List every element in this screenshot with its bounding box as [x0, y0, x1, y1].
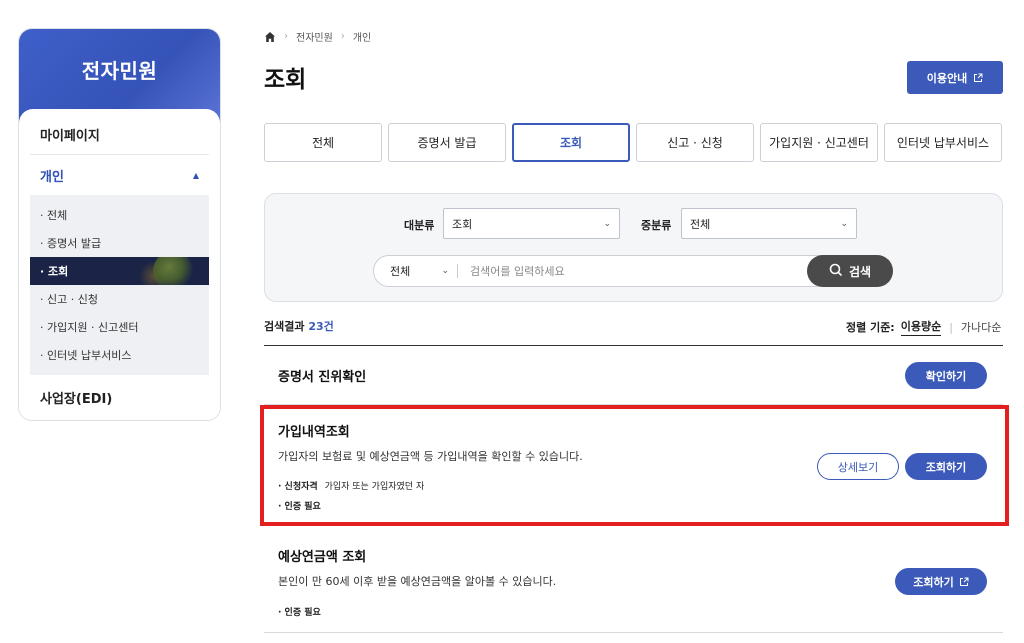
tab-inquiry[interactable]: 조회 — [512, 123, 630, 162]
guide-button[interactable]: 이용안내 — [907, 61, 1003, 94]
decoration — [153, 257, 193, 285]
guide-button-label: 이용안내 — [926, 71, 968, 85]
sidebar-item-business[interactable]: 사업장(EDI) — [30, 377, 209, 417]
tab-certificate[interactable]: 증명서 발급 — [388, 123, 506, 162]
sidebar-item-personal[interactable]: 개인 ▲ — [30, 155, 209, 195]
tab-all[interactable]: 전체 — [264, 123, 382, 162]
result-count: 검색결과 23건 — [264, 318, 334, 334]
result-count-prefix: 검색결과 — [264, 320, 305, 333]
external-link-icon — [973, 73, 983, 83]
search-type-select[interactable]: 전체 ⌄ — [374, 264, 458, 278]
page-title: 조회 — [264, 67, 307, 93]
home-icon[interactable] — [264, 31, 276, 43]
sidebar-item-label: 사업장(EDI) — [40, 391, 113, 407]
search-icon — [829, 263, 843, 280]
sidebar: 전자민원 마이페이지 개인 ▲ · 전체 · 증명서 발급 · 조회 · 신고 … — [18, 28, 221, 421]
breadcrumb-item[interactable]: 전자민원 — [296, 29, 333, 44]
search-panel: 대분류 조회 ⌄ 중분류 전체 ⌄ 전체 ⌄ 검색 — [264, 193, 1003, 302]
chevron-right-icon: › — [340, 31, 345, 42]
sort-options: 정렬 기준: 이용량순 | 가나다순 — [846, 318, 1001, 336]
tab-support[interactable]: 가입지원 · 신고센터 — [760, 123, 878, 162]
item-title: 예상연금액 조회 — [278, 550, 367, 565]
sidebar-subitem-certificate[interactable]: · 증명서 발급 — [30, 229, 209, 257]
breadcrumb: › 전자민원 › 개인 — [264, 29, 371, 44]
category-select[interactable]: 조회 ⌄ — [443, 208, 620, 239]
sidebar-subitem-support[interactable]: · 가입지원 · 신고센터 — [30, 313, 209, 341]
sidebar-subitem-payment[interactable]: · 인터넷 납부서비스 — [30, 341, 209, 369]
sidebar-subitem-label: · 조회 — [40, 265, 69, 278]
sort-label: 정렬 기준: — [846, 321, 895, 334]
sidebar-body: 마이페이지 개인 ▲ · 전체 · 증명서 발급 · 조회 · 신고 · 신청 … — [19, 109, 220, 420]
sidebar-title: 전자민원 — [81, 59, 158, 83]
sort-option-alphabetical[interactable]: 가나다순 — [961, 319, 1001, 335]
sidebar-subitem-inquiry[interactable]: · 조회 — [30, 257, 209, 285]
item-description: 본인이 만 60세 이후 받을 예상연금액을 알아볼 수 있습니다. — [278, 575, 557, 588]
subcategory-label: 중분류 — [641, 219, 672, 232]
sidebar-item-label: 개인 — [40, 169, 64, 185]
result-count-number: 23건 — [308, 320, 334, 333]
category-select-value: 조회 — [452, 217, 473, 231]
inquiry-button[interactable]: 조회하기 — [895, 568, 987, 595]
chevron-right-icon: › — [284, 31, 288, 42]
search-bar: 전체 ⌄ 검색 — [373, 255, 893, 287]
list-item: 예상연금액 조회 본인이 만 60세 이후 받을 예상연금액을 알아볼 수 있습… — [264, 526, 1003, 633]
subcategory-select[interactable]: 전체 ⌄ — [681, 208, 857, 239]
external-link-icon — [959, 577, 969, 587]
chevron-down-icon: ⌄ — [603, 218, 611, 229]
highlight-box — [260, 405, 1009, 526]
breadcrumb-item[interactable]: 개인 — [353, 29, 371, 44]
tab-report[interactable]: 신고 · 신청 — [636, 123, 754, 162]
list-item: 증명서 진위확인 확인하기 — [264, 346, 1003, 405]
category-label: 대분류 — [404, 219, 435, 232]
confirm-button-label: 확인하기 — [925, 369, 967, 383]
chevron-down-icon: ⌄ — [840, 218, 848, 229]
divider: | — [949, 320, 953, 334]
caret-up-icon: ▲ — [192, 170, 199, 180]
auth-required: · 인증 필요 — [278, 608, 321, 618]
search-button[interactable]: 검색 — [807, 255, 893, 287]
sidebar-item-label: 마이페이지 — [40, 129, 100, 144]
search-input[interactable] — [470, 264, 790, 278]
item-title: 증명서 진위확인 — [278, 370, 367, 385]
category-tabs: 전체 증명서 발급 조회 신고 · 신청 가입지원 · 신고센터 인터넷 납부서… — [264, 123, 1002, 162]
inquiry-button-label: 조회하기 — [913, 575, 954, 589]
sidebar-item-mypage[interactable]: 마이페이지 — [30, 115, 209, 155]
search-button-label: 검색 — [848, 264, 872, 279]
subcategory-select-value: 전체 — [690, 217, 711, 231]
sort-option-usage[interactable]: 이용량순 — [900, 318, 942, 336]
search-type-value: 전체 — [390, 265, 411, 278]
confirm-button[interactable]: 확인하기 — [905, 362, 987, 389]
sidebar-subitem-report[interactable]: · 신고 · 신청 — [30, 285, 209, 313]
sidebar-submenu: · 전체 · 증명서 발급 · 조회 · 신고 · 신청 · 가입지원 · 신고… — [30, 195, 209, 375]
tab-payment[interactable]: 인터넷 납부서비스 — [884, 123, 1002, 162]
chevron-down-icon: ⌄ — [441, 266, 449, 276]
sidebar-subitem-all[interactable]: · 전체 — [30, 201, 209, 229]
